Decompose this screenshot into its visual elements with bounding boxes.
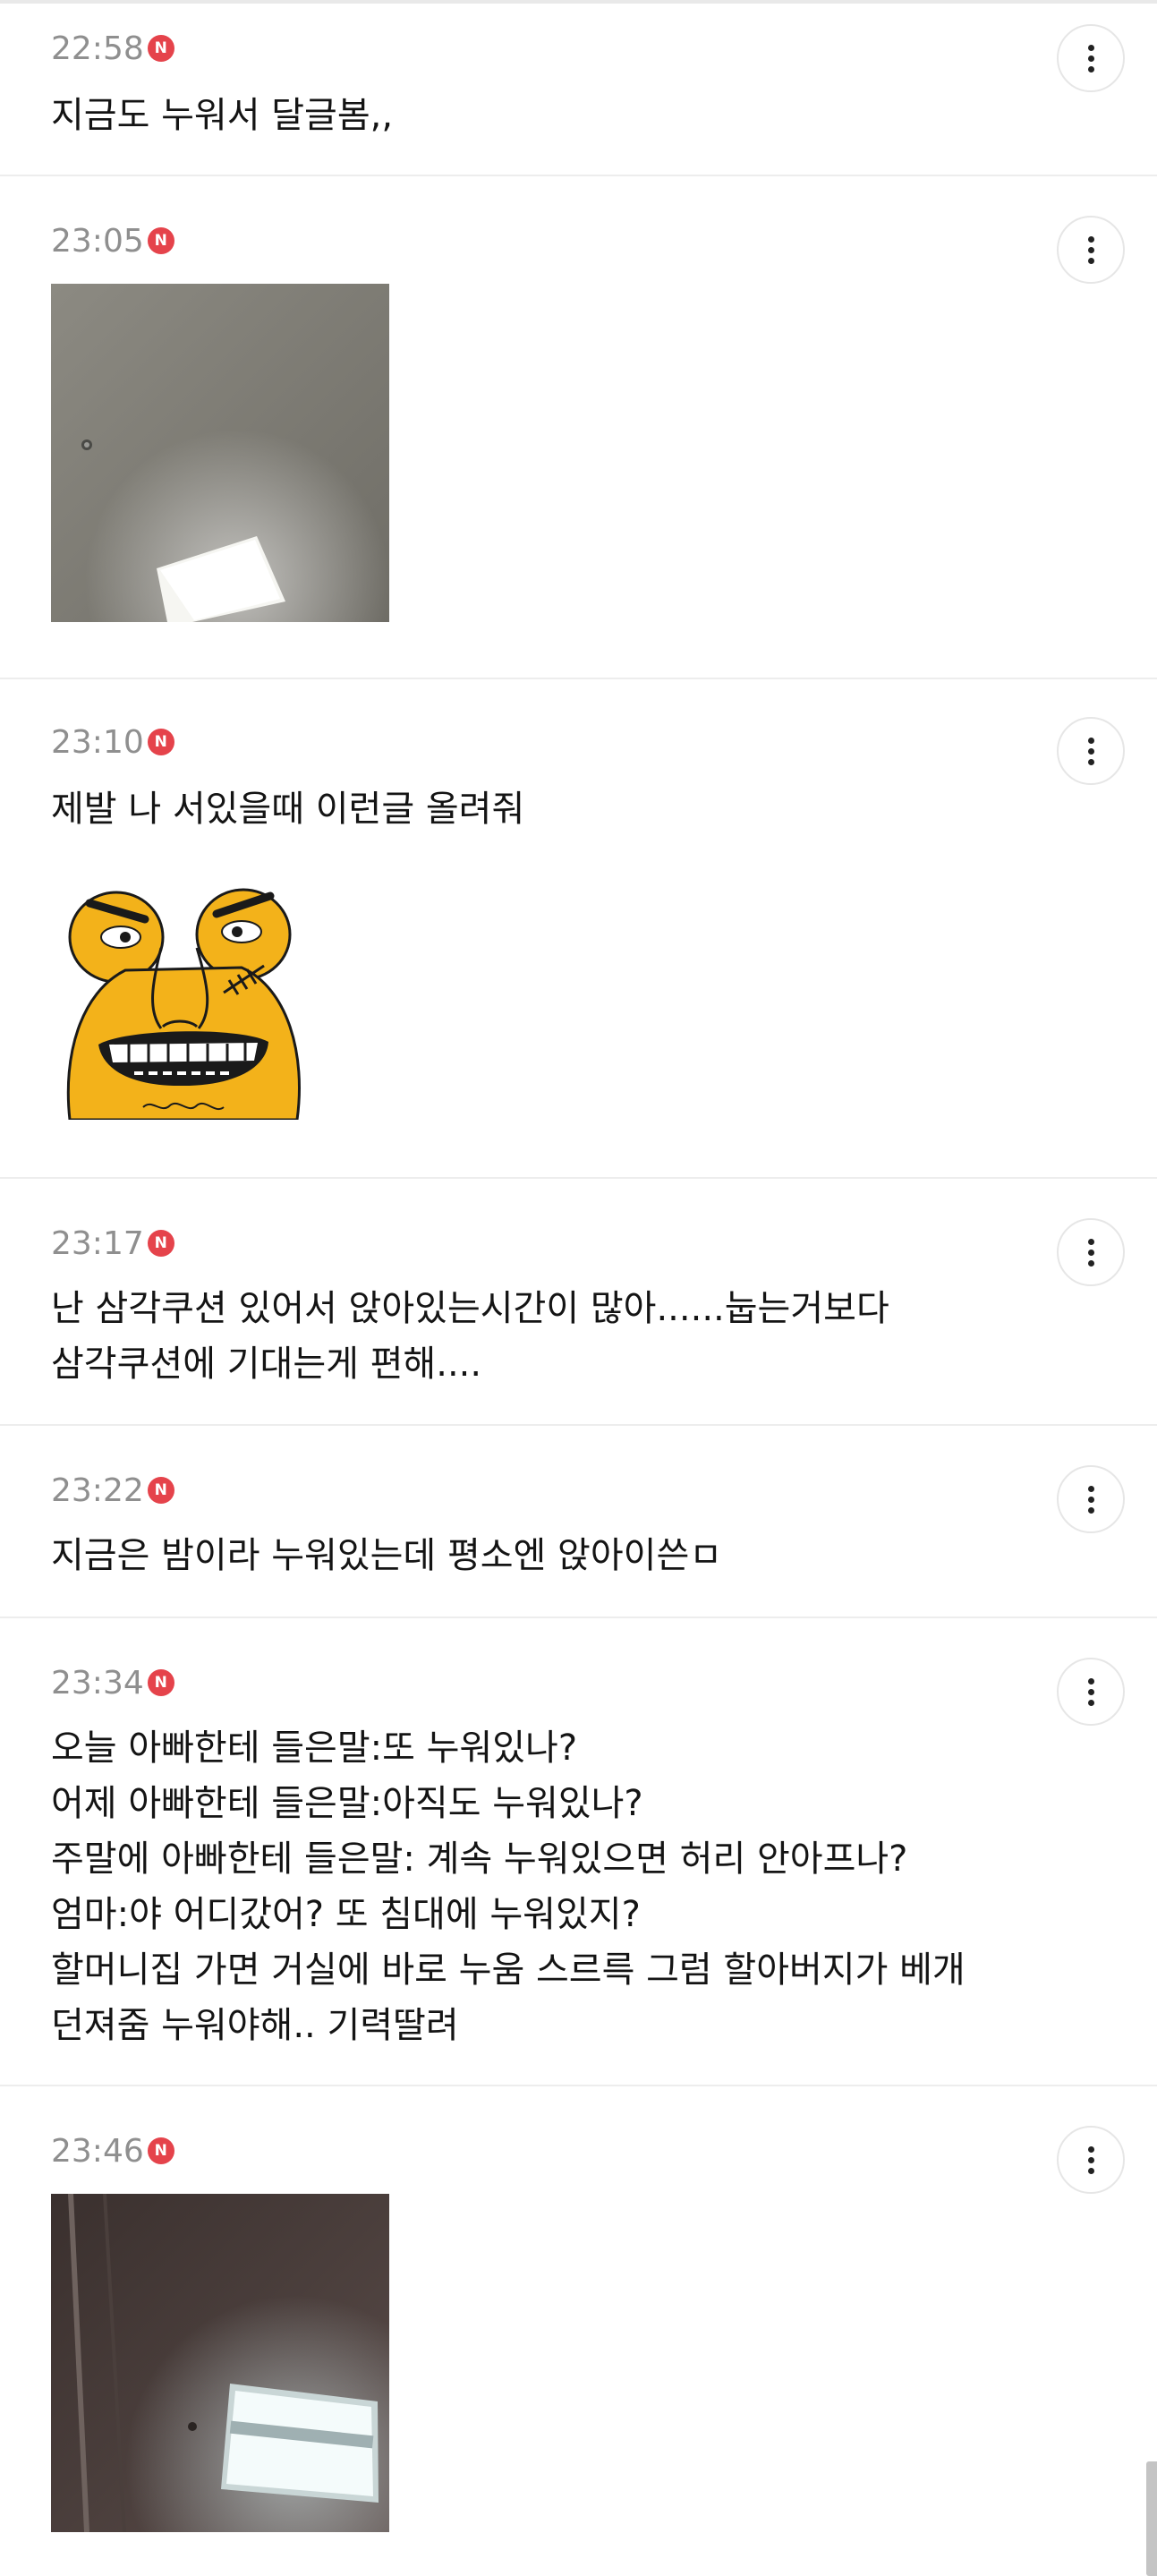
- comment-item: 22:58 N 지금도 누워서 달글봄,,: [0, 4, 1157, 176]
- comment-line: 제발 나 서있을때 이런글 올려줘: [51, 789, 525, 830]
- comment-photo[interactable]: [51, 284, 389, 622]
- more-vertical-icon: [1087, 235, 1094, 243]
- more-options-button[interactable]: [1057, 24, 1125, 92]
- new-badge-icon: N: [147, 2137, 174, 2164]
- new-badge-icon: N: [147, 35, 174, 62]
- ceiling-light-photo: [51, 284, 389, 622]
- more-options-button[interactable]: [1057, 717, 1125, 785]
- more-vertical-icon: [1087, 1677, 1094, 1685]
- more-vertical-icon: [1087, 1238, 1094, 1245]
- comment-meta: 23:34 N: [51, 1664, 174, 1702]
- more-options-button[interactable]: [1057, 216, 1125, 284]
- comment-line: 할머니집 가면 거실에 바로 누움 스르륵 그럼 할아버지가 베개: [51, 1949, 966, 1991]
- comment-line: 오늘 아빠한테 들은말:또 누워있나?: [51, 1727, 578, 1769]
- more-vertical-icon: [1087, 1485, 1094, 1492]
- comment-meta: 23:10 N: [51, 723, 174, 761]
- comment-time: 23:34: [51, 1664, 144, 1702]
- new-badge-icon: N: [147, 1669, 174, 1696]
- comment-time: 23:05: [51, 222, 144, 260]
- more-options-button[interactable]: [1057, 1218, 1125, 1286]
- comment-text: 제발 나 서있을때 이런글 올려줘: [51, 781, 524, 837]
- more-vertical-icon: [1087, 2145, 1094, 2153]
- comment-line: 주말에 아빠한테 들은말: 계속 누워있으면 허리 안아프나?: [51, 1838, 908, 1880]
- comment-item: 23:22 N 지금은 밤이라 누워있는데 평소엔 앉아이쓴ㅁ: [0, 1426, 1157, 1618]
- comment-text: 오늘 아빠한테 들은말:또 누워있나? 어제 아빠한테 들은말:아직도 누워있나…: [51, 1720, 966, 2053]
- comment-time: 22:58: [51, 30, 144, 67]
- comment-line: 엄마:야 어디갔어? 또 침대에 누워있지?: [51, 1894, 641, 1935]
- comment-meta: 23:22 N: [51, 1471, 174, 1509]
- new-badge-icon: N: [147, 729, 174, 755]
- comment-sticker[interactable]: [63, 885, 304, 1122]
- comment-time: 23:10: [51, 723, 144, 761]
- comment-item: 23:05 N: [0, 176, 1157, 679]
- comment-item: 23:10 N 제발 나 서있을때 이런글 올려줘: [0, 679, 1157, 1179]
- more-vertical-icon: [1087, 737, 1094, 744]
- more-options-button[interactable]: [1057, 1465, 1125, 1533]
- scrollbar-thumb[interactable]: [1146, 2461, 1157, 2576]
- more-vertical-icon: [1087, 44, 1094, 51]
- comment-time: 23:46: [51, 2132, 144, 2170]
- new-badge-icon: N: [147, 1477, 174, 1504]
- comment-meta: 22:58 N: [51, 30, 174, 67]
- comment-time: 23:22: [51, 1471, 144, 1509]
- comment-photo[interactable]: [51, 2194, 389, 2532]
- comment-text: 난 삼각쿠션 있어서 앉아있는시간이 많아......눕는거보다 삼각쿠션에 기…: [51, 1281, 889, 1392]
- new-badge-icon: N: [147, 1230, 174, 1257]
- comment-text: 지금은 밤이라 누워있는데 평소엔 앉아이쓴ㅁ: [51, 1528, 722, 1583]
- comment-item: 23:46 N: [0, 2086, 1157, 2576]
- comment-line: 지금은 밤이라 누워있는데 평소엔 앉아이쓴ㅁ: [51, 1535, 723, 1576]
- angry-yellow-character-sticker: [66, 888, 301, 1122]
- comment-text: 지금도 누워서 달글봄,,: [51, 88, 393, 143]
- comment-item: 23:17 N 난 삼각쿠션 있어서 앉아있는시간이 많아......눕는거보다…: [0, 1179, 1157, 1426]
- comment-item: 23:34 N 오늘 아빠한테 들은말:또 누워있나? 어제 아빠한테 들은말:…: [0, 1618, 1157, 2086]
- comment-line: 난 삼각쿠션 있어서 앉아있는시간이 많아......눕는거보다: [51, 1288, 889, 1329]
- comment-line: 어제 아빠한테 들은말:아직도 누워있나?: [51, 1783, 643, 1824]
- comment-meta: 23:46 N: [51, 2132, 174, 2170]
- comment-line: 삼각쿠션에 기대는게 편해....: [51, 1343, 482, 1385]
- new-badge-icon: N: [147, 227, 174, 254]
- comment-line: 던져줌 누워야해.. 기력딸려: [51, 2005, 459, 2046]
- ceiling-light-photo-dark: [51, 2194, 389, 2532]
- comment-meta: 23:05 N: [51, 222, 174, 260]
- comment-line: 지금도 누워서 달글봄,,: [51, 95, 394, 136]
- more-options-button[interactable]: [1057, 1658, 1125, 1726]
- comment-meta: 23:17 N: [51, 1224, 174, 1262]
- comment-time: 23:17: [51, 1224, 144, 1262]
- more-options-button[interactable]: [1057, 2126, 1125, 2194]
